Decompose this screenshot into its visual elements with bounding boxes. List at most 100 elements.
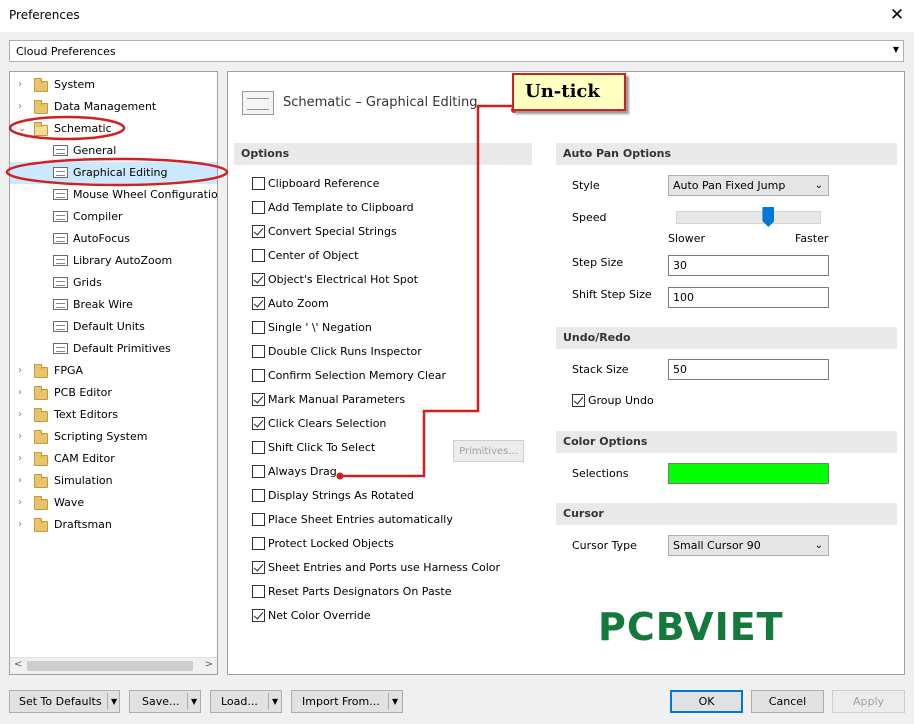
- tree-horizontal-scrollbar[interactable]: < >: [10, 657, 217, 674]
- style-dropdown[interactable]: Auto Pan Fixed Jump ⌄: [668, 175, 829, 196]
- close-icon[interactable]: ✕: [886, 4, 908, 26]
- tree-item-wave[interactable]: › Wave: [10, 492, 217, 514]
- preferences-tree[interactable]: › System › Data Management ⌄ Schematic General…: [9, 71, 218, 675]
- faster-label: Faster: [795, 232, 829, 245]
- tree-item-schematic[interactable]: ⌄ Schematic: [10, 118, 217, 140]
- expand-chevron-icon[interactable]: ›: [18, 96, 22, 118]
- tree-item-compiler[interactable]: Compiler: [10, 206, 217, 228]
- option-label: Auto Zoom: [268, 297, 329, 310]
- tree-item-label: PCB Editor: [54, 386, 112, 399]
- option-checkbox[interactable]: [252, 393, 265, 406]
- tree-item-simulation[interactable]: › Simulation: [10, 470, 217, 492]
- option-checkbox[interactable]: [252, 417, 265, 430]
- option-checkbox[interactable]: [252, 369, 265, 382]
- stack-size-input[interactable]: 50: [668, 359, 829, 380]
- set-to-defaults-button[interactable]: Set To Defaults ▼: [9, 690, 120, 713]
- step-size-input[interactable]: 30: [668, 255, 829, 276]
- tree-item-label: Library AutoZoom: [73, 254, 173, 267]
- dropdown-arrow-icon[interactable]: ▼: [392, 691, 398, 712]
- tree-item-autofocus[interactable]: AutoFocus: [10, 228, 217, 250]
- tree-item-label: Graphical Editing: [73, 166, 168, 179]
- import-from-button[interactable]: Import From... ▼: [291, 690, 403, 713]
- option-checkbox[interactable]: [252, 177, 265, 190]
- dropdown-arrow-icon[interactable]: ▼: [111, 691, 117, 712]
- option-checkbox[interactable]: [252, 609, 265, 622]
- option-label: Reset Parts Designators On Paste: [268, 585, 452, 598]
- tree-item-default-primitives[interactable]: Default Primitives: [10, 338, 217, 360]
- folder-icon: [34, 386, 48, 400]
- tree-item-grids[interactable]: Grids: [10, 272, 217, 294]
- selections-color-swatch[interactable]: [668, 463, 829, 484]
- expand-chevron-icon[interactable]: ›: [18, 470, 22, 492]
- scrollbar-thumb[interactable]: [27, 661, 193, 671]
- shift-step-size-input[interactable]: 100: [668, 287, 829, 308]
- tree-item-break-wire[interactable]: Break Wire: [10, 294, 217, 316]
- option-label: Always Drag: [268, 465, 337, 478]
- option-checkbox[interactable]: [252, 249, 265, 262]
- tree-item-scripting-system[interactable]: › Scripting System: [10, 426, 217, 448]
- tree-item-library-autozoom[interactable]: Library AutoZoom: [10, 250, 217, 272]
- folder-open-icon: [34, 122, 48, 136]
- speed-slider-track[interactable]: [676, 211, 821, 224]
- folder-icon: [34, 100, 48, 114]
- dropdown-arrow-icon[interactable]: ▼: [191, 691, 197, 712]
- page-icon: [53, 277, 68, 288]
- expand-chevron-icon[interactable]: ›: [18, 514, 22, 536]
- scroll-right-icon[interactable]: >: [205, 659, 213, 670]
- scroll-left-icon[interactable]: <: [14, 659, 22, 670]
- option-checkbox[interactable]: [252, 561, 265, 574]
- page-icon: [53, 343, 68, 354]
- option-checkbox[interactable]: [252, 201, 265, 214]
- tree-item-label: Scripting System: [54, 430, 148, 443]
- expand-chevron-icon[interactable]: ›: [18, 426, 22, 448]
- expand-chevron-icon[interactable]: ›: [18, 360, 22, 382]
- option-checkbox[interactable]: [252, 465, 265, 478]
- speed-label: Speed: [572, 211, 607, 224]
- tree-item-data-management[interactable]: › Data Management: [10, 96, 217, 118]
- tree-item-text-editors[interactable]: › Text Editors: [10, 404, 217, 426]
- primitives-button[interactable]: Primitives...: [453, 440, 524, 462]
- option-checkbox[interactable]: [252, 345, 265, 358]
- tree-item-system[interactable]: › System: [10, 74, 217, 96]
- tree-item-default-units[interactable]: Default Units: [10, 316, 217, 338]
- tree-item-mouse-wheel-configuration[interactable]: Mouse Wheel Configuration: [10, 184, 217, 206]
- split-separator: [107, 693, 108, 710]
- option-label: Display Strings As Rotated: [268, 489, 414, 502]
- option-checkbox[interactable]: [252, 297, 265, 310]
- option-checkbox[interactable]: [252, 225, 265, 238]
- option-checkbox[interactable]: [252, 489, 265, 502]
- option-checkbox[interactable]: [252, 441, 265, 454]
- tree-item-fpga[interactable]: › FPGA: [10, 360, 217, 382]
- load-button[interactable]: Load... ▼: [210, 690, 282, 713]
- tree-item-label: Mouse Wheel Configuration: [73, 188, 218, 201]
- option-checkbox[interactable]: [252, 585, 265, 598]
- option-checkbox[interactable]: [252, 273, 265, 286]
- option-checkbox[interactable]: [252, 513, 265, 526]
- tree-item-pcb-editor[interactable]: › PCB Editor: [10, 382, 217, 404]
- tree-item-draftsman[interactable]: › Draftsman: [10, 514, 217, 536]
- cloud-preferences-combo[interactable]: Cloud Preferences ▼: [9, 40, 904, 62]
- ok-button[interactable]: OK: [670, 690, 743, 713]
- tree-item-label: CAM Editor: [54, 452, 115, 465]
- options-header: Options: [234, 143, 532, 165]
- folder-icon: [34, 408, 48, 422]
- dropdown-arrow-icon[interactable]: ▼: [272, 691, 278, 712]
- group-undo-checkbox[interactable]: [572, 394, 585, 407]
- tree-item-general[interactable]: General: [10, 140, 217, 162]
- expand-chevron-icon[interactable]: ›: [18, 74, 22, 96]
- save-button[interactable]: Save... ▼: [129, 690, 201, 713]
- collapse-chevron-icon[interactable]: ⌄: [18, 118, 26, 140]
- expand-chevron-icon[interactable]: ›: [18, 492, 22, 514]
- tree-item-cam-editor[interactable]: › CAM Editor: [10, 448, 217, 470]
- cursor-type-dropdown[interactable]: Small Cursor 90 ⌄: [668, 535, 829, 556]
- option-checkbox[interactable]: [252, 537, 265, 550]
- option-label: Center of Object: [268, 249, 359, 262]
- cancel-button[interactable]: Cancel: [751, 690, 824, 713]
- expand-chevron-icon[interactable]: ›: [18, 404, 22, 426]
- expand-chevron-icon[interactable]: ›: [18, 382, 22, 404]
- tree-item-graphical-editing[interactable]: Graphical Editing: [10, 162, 217, 184]
- cloud-preferences-value: Cloud Preferences: [16, 45, 116, 58]
- expand-chevron-icon[interactable]: ›: [18, 448, 22, 470]
- apply-button[interactable]: Apply: [832, 690, 905, 713]
- option-checkbox[interactable]: [252, 321, 265, 334]
